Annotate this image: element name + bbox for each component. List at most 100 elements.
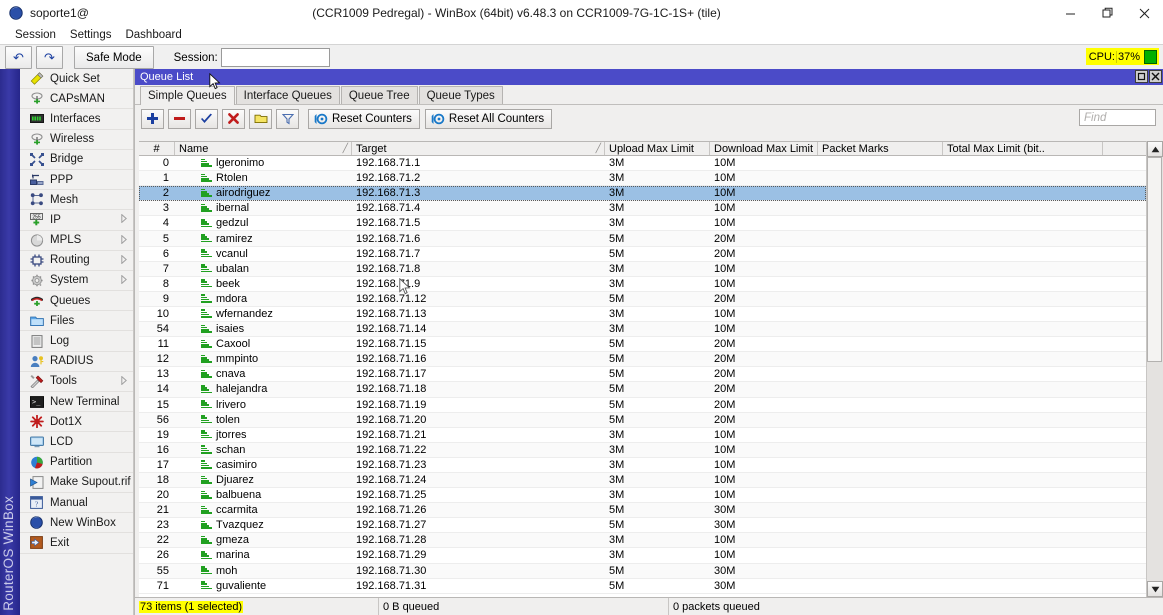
remove-button[interactable] (168, 109, 191, 129)
table-row[interactable]: 5ramirez192.168.71.65M20M (139, 231, 1146, 246)
redo-icon[interactable]: ↷ (36, 46, 63, 69)
reset-all-counters-button[interactable]: Reset All Counters (425, 109, 552, 129)
sidebar-item-system[interactable]: System (20, 271, 133, 291)
find-input[interactable]: Find (1079, 109, 1156, 126)
sidebar-item-radius[interactable]: RADIUS (20, 352, 133, 372)
table-row[interactable]: 10wfernandez192.168.71.133M10M (139, 307, 1146, 322)
column-header-total-max-limit-bit[interactable]: Total Max Limit (bit.. (943, 142, 1103, 155)
enable-button[interactable] (195, 109, 218, 129)
scrollbar-track[interactable] (1147, 157, 1163, 581)
close-button[interactable] (1126, 0, 1163, 26)
table-row[interactable]: 22gmeza192.168.71.283M10M (139, 533, 1146, 548)
table-row[interactable]: 11Caxool192.168.71.155M20M (139, 337, 1146, 352)
table-row[interactable]: 71guvaliente192.168.71.315M30M (139, 579, 1146, 594)
table-row[interactable]: 20balbuena192.168.71.253M10M (139, 488, 1146, 503)
table-row[interactable]: 1Rtolen192.168.71.23M10M (139, 171, 1146, 186)
column-header-[interactable]: # (139, 142, 175, 155)
sidebar-item-queues[interactable]: Queues (20, 291, 133, 311)
queue-restore-button[interactable] (1135, 70, 1148, 83)
sidebar-item-tools[interactable]: Tools (20, 372, 133, 392)
menu-settings[interactable]: Settings (63, 28, 119, 42)
comment-button[interactable] (249, 109, 272, 129)
sidebar-item-lcd[interactable]: LCD (20, 432, 133, 452)
filter-button[interactable] (276, 109, 299, 129)
column-header-upload-max-limit[interactable]: Upload Max Limit (605, 142, 710, 155)
minimize-button[interactable] (1052, 0, 1089, 26)
table-row[interactable]: 7ubalan192.168.71.83M10M (139, 262, 1146, 277)
cell-total-max-limit (943, 352, 1103, 366)
sidebar-item-quick-set[interactable]: Quick Set (20, 69, 133, 89)
cell-name-label: guvaliente (216, 580, 266, 592)
column-header-packet-marks[interactable]: Packet Marks (818, 142, 943, 155)
sidebar-item-routing[interactable]: Routing (20, 251, 133, 271)
sidebar-item-partition[interactable]: Partition (20, 453, 133, 473)
table-row[interactable]: 14halejandra192.168.71.185M20M (139, 382, 1146, 397)
vertical-scrollbar[interactable] (1146, 141, 1163, 597)
column-header-target[interactable]: Target╱ (352, 142, 605, 155)
table-row[interactable]: 56tolen192.168.71.205M20M (139, 413, 1146, 428)
sidebar-item-ppp[interactable]: PPP (20, 170, 133, 190)
table-row[interactable]: 6vcanul192.168.71.75M20M (139, 247, 1146, 262)
sidebar-item-capsman[interactable]: CAPsMAN (20, 89, 133, 109)
sidebar-item-dot1x[interactable]: Dot1X (20, 412, 133, 432)
sidebar-item-log[interactable]: Log (20, 331, 133, 351)
table-row[interactable]: 15lrivero192.168.71.195M20M (139, 398, 1146, 413)
undo-icon[interactable]: ↶ (5, 46, 32, 69)
cell-packet-marks (818, 201, 943, 215)
reset-counters-button[interactable]: Reset Counters (308, 109, 420, 129)
sidebar-item-new-terminal[interactable]: >_New Terminal (20, 392, 133, 412)
tab-queue-tree[interactable]: Queue Tree (341, 86, 418, 104)
tab-queue-types[interactable]: Queue Types (419, 86, 503, 104)
scroll-up-button[interactable] (1147, 141, 1163, 157)
sidebar-item-exit[interactable]: Exit (20, 533, 133, 553)
table-row[interactable]: 19jtorres192.168.71.213M10M (139, 428, 1146, 443)
sidebar-item-mesh[interactable]: Mesh (20, 190, 133, 210)
table-row[interactable]: 17casimiro192.168.71.233M10M (139, 458, 1146, 473)
add-button[interactable] (141, 109, 164, 129)
table-row[interactable]: 2airodriguez192.168.71.33M10M (139, 186, 1146, 201)
table-row[interactable]: 13cnava192.168.71.175M20M (139, 367, 1146, 382)
cell-name: wfernandez (175, 307, 352, 321)
sidebar-item-new-winbox[interactable]: New WinBox (20, 513, 133, 533)
queue-bars-icon (201, 219, 212, 228)
table-row[interactable]: 12mmpinto192.168.71.165M20M (139, 352, 1146, 367)
cell-index: 22 (139, 533, 175, 547)
safe-mode-button[interactable]: Safe Mode (74, 46, 154, 69)
tab-interface-queues[interactable]: Interface Queues (236, 86, 340, 104)
sidebar-item-manual[interactable]: ?Manual (20, 493, 133, 513)
table-row[interactable]: 23Tvazquez192.168.71.275M30M (139, 518, 1146, 533)
scroll-down-button[interactable] (1147, 581, 1163, 597)
table-row[interactable]: 18Djuarez192.168.71.243M10M (139, 473, 1146, 488)
sidebar-item-interfaces[interactable]: Interfaces (20, 109, 133, 129)
sidebar-item-mpls[interactable]: MPLS (20, 231, 133, 251)
column-header-name[interactable]: Name╱ (175, 142, 352, 155)
table-row[interactable]: 9mdora192.168.71.125M20M (139, 292, 1146, 307)
scrollbar-thumb[interactable] (1147, 157, 1162, 362)
menu-dashboard[interactable]: Dashboard (118, 28, 188, 42)
table-row[interactable]: 3ibernal192.168.71.43M10M (139, 201, 1146, 216)
maximize-button[interactable] (1089, 0, 1126, 26)
menu-session[interactable]: Session (8, 28, 63, 42)
queue-bars-icon (201, 264, 212, 273)
disable-button[interactable] (222, 109, 245, 129)
sidebar-item-wireless[interactable]: Wireless (20, 130, 133, 150)
table-row[interactable]: 4gedzul192.168.71.53M10M (139, 216, 1146, 231)
table-row[interactable]: 16schan192.168.71.223M10M (139, 443, 1146, 458)
tab-simple-queues[interactable]: Simple Queues (140, 86, 235, 105)
table-row[interactable]: 0lgeronimo192.168.71.13M10M (139, 156, 1146, 171)
table-row[interactable]: 54isaies192.168.71.143M10M (139, 322, 1146, 337)
sidebar-item-bridge[interactable]: Bridge (20, 150, 133, 170)
sidebar-menu: Quick SetCAPsMANInterfacesWirelessBridge… (20, 69, 134, 615)
table-row[interactable]: 55moh192.168.71.305M30M (139, 564, 1146, 579)
table-row[interactable]: 8beek192.168.71.93M10M (139, 277, 1146, 292)
session-input[interactable] (221, 48, 330, 67)
table-row[interactable]: 21ccarmita192.168.71.265M30M (139, 503, 1146, 518)
column-header-download-max-limit[interactable]: Download Max Limit (710, 142, 818, 155)
manual-icon: ? (29, 496, 44, 510)
queue-close-button[interactable] (1149, 70, 1162, 83)
queue-list-titlebar[interactable]: Queue List (135, 69, 1163, 85)
table-row[interactable]: 26marina192.168.71.293M10M (139, 548, 1146, 563)
sidebar-item-make-supout-rif[interactable]: Make Supout.rif (20, 473, 133, 493)
sidebar-item-ip[interactable]: 255IP (20, 210, 133, 230)
sidebar-item-files[interactable]: Files (20, 311, 133, 331)
